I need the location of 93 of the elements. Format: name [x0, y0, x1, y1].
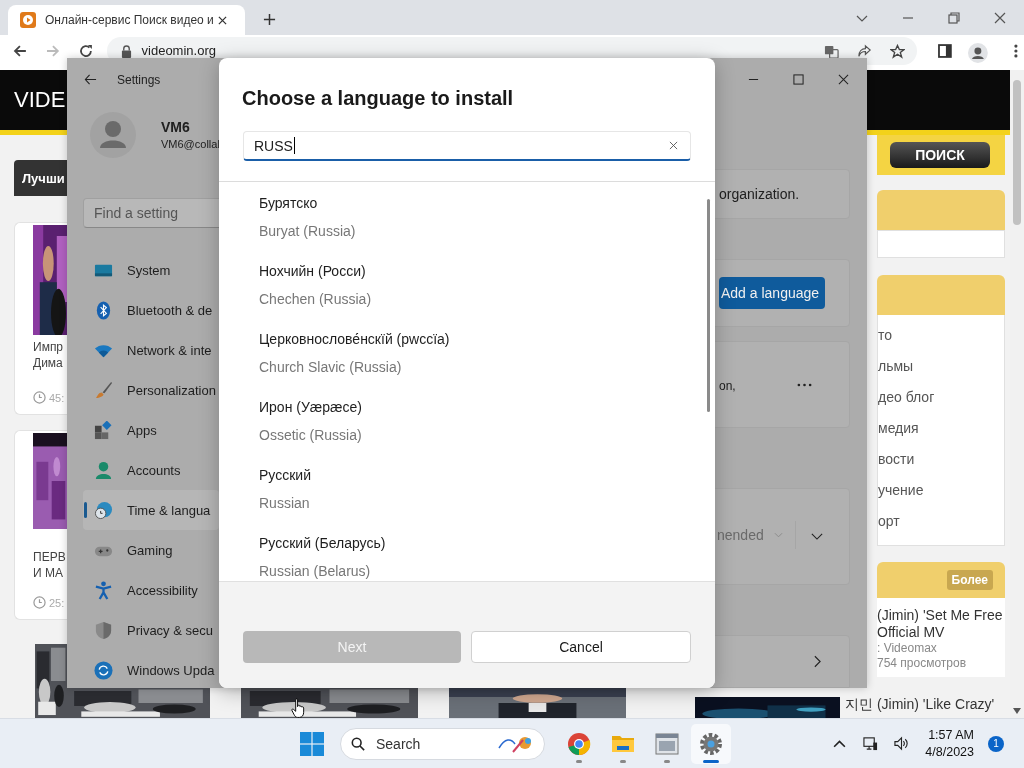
taskbar-app[interactable] [691, 723, 731, 764]
refresh-icon [94, 660, 113, 680]
speaker-icon[interactable] [894, 736, 910, 751]
chrome-icon [567, 731, 591, 756]
side-panel-icon[interactable] [936, 43, 953, 59]
chevron-right-icon[interactable] [814, 655, 821, 668]
maximize-icon[interactable] [793, 74, 804, 85]
star-icon[interactable] [889, 43, 905, 59]
view-count: 754 просмотров [877, 656, 968, 671]
nav-item[interactable]: Accessibility [83, 570, 219, 610]
taskbar-search-field[interactable]: Search [340, 727, 545, 760]
user-name: VM6 [161, 118, 191, 136]
category-link[interactable]: то [878, 320, 1004, 351]
profile-icon[interactable] [968, 43, 989, 63]
language-option[interactable]: Ирон (Уæрæсе) Ossetic (Russia) [219, 393, 715, 461]
window-icon [655, 731, 679, 756]
cancel-button[interactable]: Cancel [471, 631, 691, 663]
clock-icon [33, 391, 46, 404]
nav-item[interactable]: Gaming [83, 530, 219, 570]
user-email: VM6@collal [161, 137, 220, 152]
category-link[interactable]: вости [878, 444, 1004, 475]
close-icon[interactable] [993, 10, 1007, 25]
video-duration: 25: [49, 596, 65, 609]
channel-name: : Videomax [877, 641, 938, 656]
video-title[interactable]: (Jimin) 'Set Me Free Official MV [877, 607, 1005, 641]
shield-icon [94, 620, 113, 640]
nav-item[interactable]: Personalization [83, 370, 219, 410]
gear-icon [699, 731, 723, 756]
section-heading: Лучши [14, 160, 67, 196]
nav-item[interactable]: Network & inte [83, 330, 219, 370]
dialog-title: Choose a language to install [241, 86, 515, 111]
category-link[interactable]: орт [878, 506, 1004, 537]
language-search-field[interactable]: RUSS [243, 131, 691, 161]
window-title: Settings [117, 72, 161, 87]
nav-item[interactable]: Accounts [83, 450, 219, 490]
hand-cursor-icon [291, 698, 306, 719]
clock-icon [33, 596, 46, 609]
video-title[interactable]: 지민 (Jimin) 'Like Crazy' [845, 696, 995, 714]
language-option[interactable]: Русский Russian [219, 461, 715, 529]
restore-icon[interactable] [947, 10, 961, 25]
play-icon [20, 12, 36, 28]
person-icon [94, 460, 113, 480]
video-card[interactable]: Импр Дима 45: [14, 222, 67, 415]
browser-tab[interactable]: Онлайн-сервис Поиск видео и [8, 5, 245, 35]
video-card[interactable]: ПЕРВ И МА 25: [14, 430, 67, 620]
globe-clock-icon [94, 500, 113, 520]
site-logo[interactable]: VIDE [14, 87, 66, 113]
search-button[interactable]: ПОИСК [890, 142, 990, 168]
scrollbar-thumb[interactable] [707, 199, 710, 412]
language-option[interactable]: Нохчийн (Росси) Chechen (Russia) [219, 257, 715, 325]
more-icon[interactable] [797, 382, 812, 387]
clear-icon[interactable] [669, 141, 678, 150]
category-link[interactable]: медия [878, 413, 1004, 444]
nav-item[interactable]: Privacy & secu [83, 610, 219, 650]
start-icon[interactable] [300, 731, 324, 756]
category-link[interactable]: део блог [878, 382, 1004, 413]
category-link[interactable]: учение [878, 475, 1004, 506]
category-link[interactable]: льмы [878, 351, 1004, 382]
translate-icon[interactable] [823, 43, 839, 59]
add-language-button[interactable]: Add a language [719, 277, 826, 309]
notification-badge[interactable]: 1 [988, 735, 1004, 752]
scroll-down-icon[interactable] [1013, 708, 1021, 714]
nav-item[interactable]: Windows Upda [83, 650, 219, 690]
scrollbar-thumb[interactable] [1013, 80, 1021, 225]
avatar-icon [90, 112, 136, 158]
video-duration: 45: [49, 391, 65, 404]
nav-item[interactable]: System [83, 250, 219, 290]
back-icon[interactable] [12, 43, 28, 59]
video-title: Импр Дима [33, 339, 64, 371]
language-option[interactable]: Русский (Беларусь) Russian (Belarus) [219, 529, 715, 581]
chevron-down-icon [773, 532, 783, 538]
back-icon[interactable] [84, 73, 97, 86]
nav-item[interactable]: Bluetooth & de [83, 290, 219, 330]
network-icon[interactable] [863, 736, 879, 751]
lock-icon [120, 44, 132, 58]
chevron-down-icon[interactable] [811, 533, 823, 540]
apps-icon [94, 420, 113, 440]
bluetooth-icon [94, 300, 113, 320]
reload-icon[interactable] [77, 43, 94, 59]
language-option[interactable]: Церковнослове́нскїй (рwссїа) Church Slavic (Russia) [219, 325, 715, 393]
brush-icon [94, 380, 113, 400]
search-icon [351, 736, 365, 751]
clock[interactable]: 1:57 AM 4/8/2023 [925, 726, 974, 761]
nav-item[interactable]: Time & langua [83, 490, 219, 530]
share-icon[interactable] [856, 43, 872, 59]
info-text: organization. [719, 186, 800, 202]
close-icon[interactable] [838, 74, 849, 85]
language-detail: on, [719, 378, 736, 393]
video-title: ПЕРВ И МА [33, 549, 66, 581]
accessibility-icon [94, 580, 113, 600]
nav-item[interactable]: Apps [83, 410, 219, 450]
close-icon[interactable] [217, 15, 227, 25]
plus-icon[interactable] [263, 13, 276, 26]
